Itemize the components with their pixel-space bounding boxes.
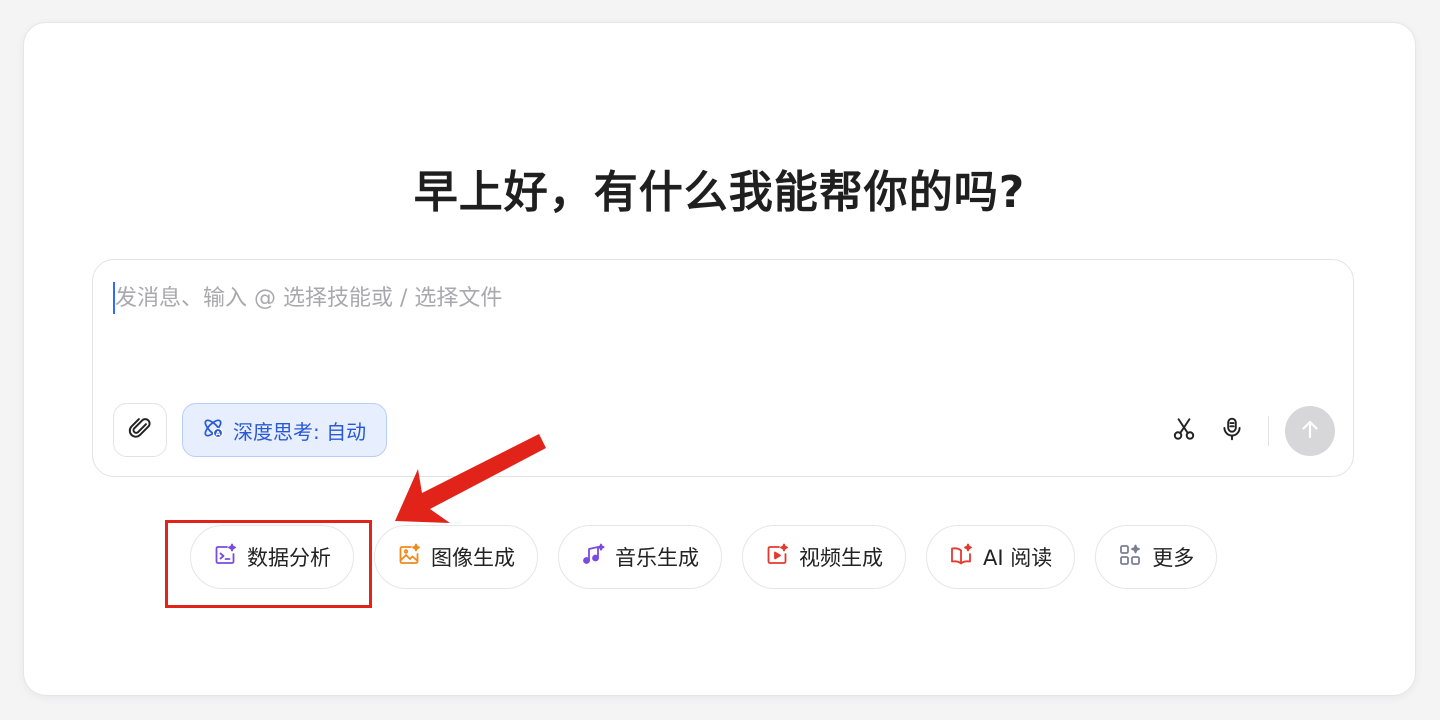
voice-input-button[interactable]	[1212, 411, 1252, 451]
atom-icon: A	[201, 416, 225, 445]
chip-label: 数据分析	[247, 546, 331, 570]
chip-data-analysis[interactable]: 数据分析	[190, 525, 354, 589]
chip-label: 图像生成	[431, 546, 515, 570]
chip-image-generation[interactable]: 图像生成	[374, 525, 538, 589]
app-window: 早上好，有什么我能帮你的吗? A 深度思考: 自动	[24, 23, 1415, 695]
message-composer: A 深度思考: 自动	[92, 259, 1354, 477]
chip-more[interactable]: 更多	[1095, 525, 1218, 589]
toolbar-divider	[1268, 416, 1269, 446]
microphone-icon	[1219, 416, 1245, 446]
message-input[interactable]	[113, 282, 1215, 314]
image-spark-icon	[397, 543, 421, 572]
book-spark-icon	[949, 543, 973, 572]
arrow-up-icon	[1298, 417, 1322, 445]
greeting-title: 早上好，有什么我能帮你的吗?	[413, 167, 1026, 218]
send-button[interactable]	[1285, 406, 1335, 456]
svg-text:A: A	[215, 429, 220, 437]
paperclip-icon	[127, 415, 153, 445]
chip-label: AI 阅读	[983, 546, 1053, 570]
chip-video-generation[interactable]: 视频生成	[742, 525, 906, 589]
skill-chips: 数据分析 图像生成 音乐生成 视频生成 AI 阅读 更多	[190, 525, 1218, 591]
scissors-icon	[1171, 416, 1197, 446]
music-note-icon	[581, 543, 605, 572]
chip-music-generation[interactable]: 音乐生成	[558, 525, 722, 589]
deep-thinking-button[interactable]: A 深度思考: 自动	[182, 403, 388, 457]
data-analysis-icon	[213, 543, 237, 572]
grid-plus-icon	[1118, 543, 1142, 572]
chip-ai-reading[interactable]: AI 阅读	[926, 525, 1076, 589]
video-spark-icon	[765, 543, 789, 572]
screenshot-button[interactable]	[1164, 411, 1204, 451]
attach-button[interactable]	[113, 403, 167, 457]
chip-label: 音乐生成	[615, 546, 699, 570]
chip-label: 视频生成	[799, 546, 883, 570]
deep-thinking-label: 深度思考: 自动	[233, 419, 367, 444]
chip-label: 更多	[1152, 546, 1195, 570]
composer-right-tools	[1156, 406, 1335, 456]
